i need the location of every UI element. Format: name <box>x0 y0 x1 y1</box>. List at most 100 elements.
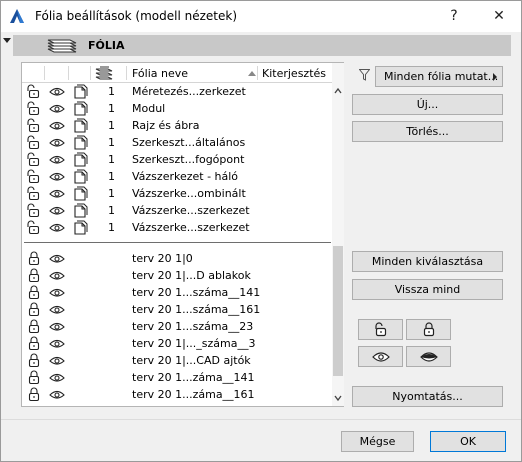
layer-intersection-number[interactable]: 1 <box>108 204 115 217</box>
hide-all-button[interactable] <box>406 346 451 367</box>
layer-name[interactable]: Vázszerkezet - háló <box>132 170 238 183</box>
layer-name[interactable]: terv 20 1|...CAD ajtók <box>132 354 251 367</box>
select-all-button[interactable]: Minden kiválasztása <box>352 251 503 272</box>
layer-name[interactable]: terv 20 1...száma__141 <box>132 286 260 299</box>
lock-all-button[interactable] <box>406 319 451 340</box>
layer-name[interactable]: terv 20 1...száma__161 <box>132 303 260 316</box>
eye-open-icon[interactable] <box>49 135 65 150</box>
layer-row[interactable]: terv 20 1|..._száma__3 <box>22 335 332 352</box>
eye-open-icon[interactable] <box>49 101 65 116</box>
layer-intersection-number[interactable]: 1 <box>108 119 115 132</box>
layer-name[interactable]: Vázszerke...ombinált <box>132 187 246 200</box>
eye-open-icon[interactable] <box>49 118 65 133</box>
help-button[interactable]: ? <box>441 5 467 27</box>
layer-name[interactable]: terv 20 1|..._száma__3 <box>132 337 256 350</box>
locked-padlock-icon[interactable] <box>26 387 42 402</box>
layer-name[interactable]: Szerkeszt...fogópont <box>132 153 244 166</box>
close-button[interactable]: ✕ <box>486 5 512 27</box>
layer-row[interactable]: terv 20 1|...CAD ajtók <box>22 352 332 369</box>
layer-intersection-number[interactable]: 1 <box>108 170 115 183</box>
unlocked-padlock-icon[interactable] <box>26 135 42 150</box>
unlocked-padlock-icon[interactable] <box>26 118 42 133</box>
layer-row[interactable]: terv 20 1...száma__141 <box>22 284 332 301</box>
scroll-up-icon[interactable] <box>334 87 342 95</box>
locked-padlock-icon[interactable] <box>26 370 42 385</box>
section-header[interactable]: FÓLIA <box>13 35 511 56</box>
layer-row[interactable]: 1 Rajz és ábra <box>22 117 332 134</box>
layer-row[interactable]: terv 20 1...száma__23 <box>22 318 332 335</box>
layer-list[interactable]: Fólia neve Kiterjesztés 1 Méretezés...zer… <box>21 62 344 407</box>
layer-name[interactable]: terv 20 1|...D ablakok <box>132 269 251 282</box>
unlocked-padlock-icon[interactable] <box>26 84 42 99</box>
layer-intersection-number[interactable]: 1 <box>108 102 115 115</box>
layer-document-icon[interactable] <box>72 101 88 116</box>
unlocked-padlock-icon[interactable] <box>26 203 42 218</box>
layer-name[interactable]: Vázszerke...szerkezet <box>132 204 250 217</box>
unlock-all-button[interactable] <box>358 319 403 340</box>
layer-document-icon[interactable] <box>72 220 88 235</box>
layer-name[interactable]: Szerkeszt...általános <box>132 136 245 149</box>
unlocked-padlock-icon[interactable] <box>26 220 42 235</box>
locked-padlock-icon[interactable] <box>26 251 42 266</box>
ok-button[interactable]: OK <box>430 431 506 452</box>
layer-document-icon[interactable] <box>72 118 88 133</box>
new-layer-button[interactable]: Új... <box>352 94 503 115</box>
collapse-triangle-icon[interactable] <box>3 38 11 43</box>
delete-layer-button[interactable]: Törlés... <box>352 121 503 142</box>
revert-all-button[interactable]: Vissza mind <box>352 279 503 300</box>
layer-row[interactable]: 1 Vázszerke...szerkezet <box>22 202 332 219</box>
eye-open-icon[interactable] <box>49 186 65 201</box>
locked-padlock-icon[interactable] <box>26 268 42 283</box>
column-header-layer-name[interactable]: Fólia neve <box>132 67 188 80</box>
unlocked-padlock-icon[interactable] <box>26 169 42 184</box>
eye-open-icon[interactable] <box>49 353 65 368</box>
layer-row[interactable]: terv 20 1...száma__161 <box>22 301 332 318</box>
locked-padlock-icon[interactable] <box>26 336 42 351</box>
layer-filter-dropdown[interactable]: Minden fólia mutat... <box>375 66 503 87</box>
layer-document-icon[interactable] <box>72 186 88 201</box>
layer-intersection-number[interactable]: 1 <box>108 221 115 234</box>
layer-row[interactable]: terv 20 1|0 <box>22 250 332 267</box>
scrollbar-thumb[interactable] <box>333 246 343 376</box>
eye-open-icon[interactable] <box>49 220 65 235</box>
eye-open-icon[interactable] <box>49 302 65 317</box>
cancel-button[interactable]: Mégse <box>341 431 414 452</box>
layer-document-icon[interactable] <box>72 84 88 99</box>
layer-row[interactable]: 1 Modul <box>22 100 332 117</box>
layer-document-icon[interactable] <box>72 169 88 184</box>
layer-intersection-number[interactable]: 1 <box>108 85 115 98</box>
eye-open-icon[interactable] <box>49 319 65 334</box>
layer-row[interactable]: terv 20 1...záma__141 <box>22 369 332 386</box>
eye-open-icon[interactable] <box>49 203 65 218</box>
layer-row[interactable]: terv 20 1|...D ablakok <box>22 267 332 284</box>
eye-open-icon[interactable] <box>49 84 65 99</box>
layer-name[interactable]: Rajz és ábra <box>132 119 199 132</box>
layer-row[interactable]: 1 Méretezés...zerkezet <box>22 83 332 100</box>
layer-intersection-number[interactable]: 1 <box>108 136 115 149</box>
layer-name[interactable]: Méretezés...zerkezet <box>132 85 246 98</box>
locked-padlock-icon[interactable] <box>26 353 42 368</box>
layer-row[interactable]: terv 20 1...záma__161 <box>22 386 332 403</box>
layer-document-icon[interactable] <box>72 135 88 150</box>
layer-row[interactable]: 1 Szerkeszt...általános <box>22 134 332 151</box>
locked-padlock-icon[interactable] <box>26 319 42 334</box>
eye-open-icon[interactable] <box>49 152 65 167</box>
layer-name[interactable]: Vázszerke...szerkezet <box>132 221 250 234</box>
eye-open-icon[interactable] <box>49 370 65 385</box>
layer-name[interactable]: terv 20 1|0 <box>132 252 193 265</box>
column-header-extension[interactable]: Kiterjesztés <box>262 67 326 80</box>
show-all-button[interactable] <box>358 346 403 367</box>
layer-row[interactable]: 1 Szerkeszt...fogópont <box>22 151 332 168</box>
unlocked-padlock-icon[interactable] <box>26 186 42 201</box>
layer-name[interactable]: terv 20 1...záma__141 <box>132 371 255 384</box>
layer-name[interactable]: terv 20 1...száma__23 <box>132 320 253 333</box>
unlocked-padlock-icon[interactable] <box>26 152 42 167</box>
layer-row[interactable]: 1 Vázszerke...ombinált <box>22 185 332 202</box>
scroll-down-icon[interactable] <box>334 394 342 402</box>
eye-open-icon[interactable] <box>49 285 65 300</box>
locked-padlock-icon[interactable] <box>26 285 42 300</box>
print-button[interactable]: Nyomtatás... <box>352 386 503 407</box>
layer-intersection-number[interactable]: 1 <box>108 153 115 166</box>
eye-open-icon[interactable] <box>49 251 65 266</box>
layer-name[interactable]: Modul <box>132 102 165 115</box>
